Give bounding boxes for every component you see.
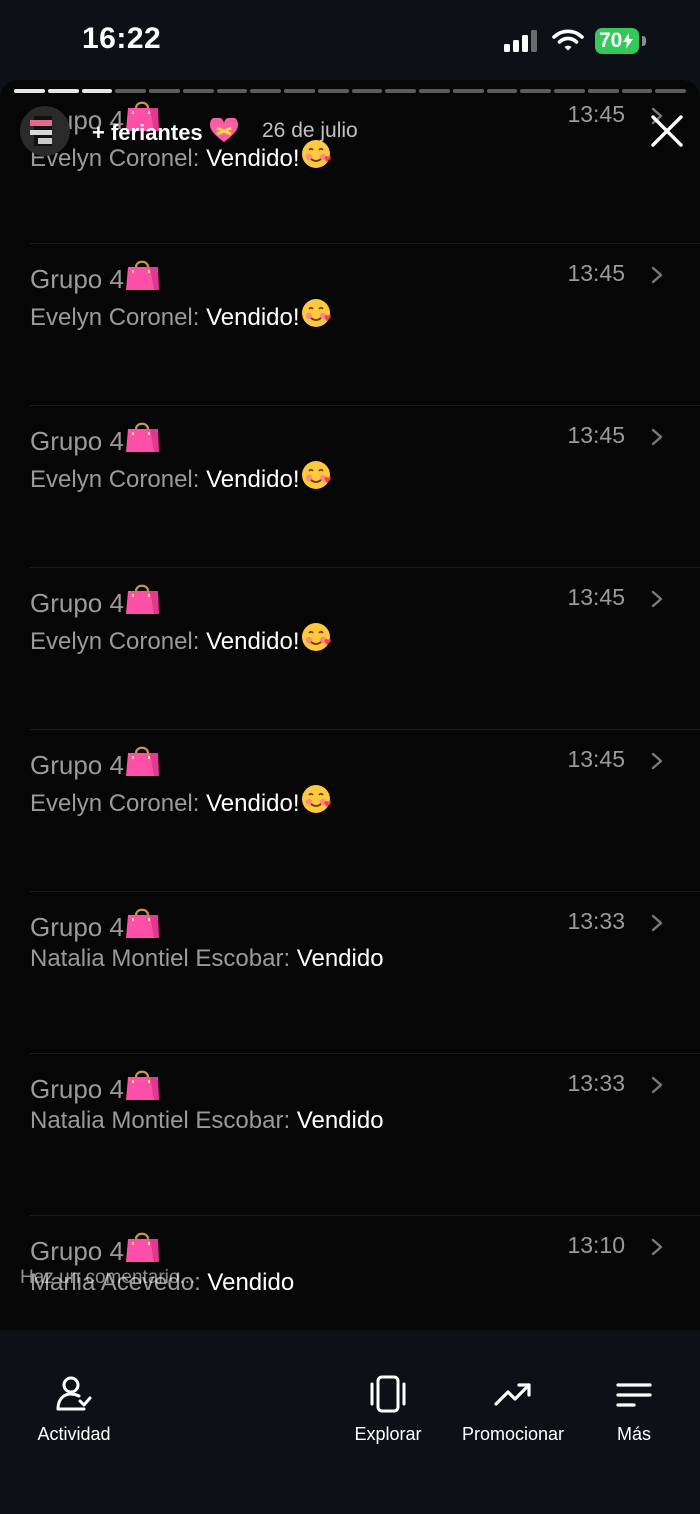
close-icon[interactable]: [650, 114, 684, 148]
chat-row[interactable]: Grupo 4 13:45 Evelyn Coronel: Vendido!: [30, 405, 700, 568]
chevron-right-icon: [651, 1076, 663, 1094]
shopping-bags-icon: [124, 258, 160, 299]
chat-time: 13:33: [567, 908, 625, 934]
more-button[interactable]: Más: [604, 1374, 664, 1445]
chat-row[interactable]: Grupo 4 13:33 Natalia Montiel Escobar: Ven…: [30, 891, 700, 1054]
chat-sender: Natalia Montiel Escobar:: [30, 1107, 297, 1134]
chat-time: 13:33: [567, 1070, 625, 1096]
chevron-right-icon: [651, 590, 663, 608]
battery-level: 70: [599, 29, 623, 52]
chevron-right-icon: [651, 914, 663, 932]
shopping-bags-icon: [124, 420, 160, 461]
battery-tip: [642, 36, 646, 46]
chat-row[interactable]: Grupo 4 13:45 Evelyn Coronel: Vendido!: [30, 243, 700, 406]
story-username[interactable]: + feriantes: [92, 116, 239, 150]
chat-name: Grupo 4: [30, 258, 160, 299]
smiling-face-with-hearts-icon: [300, 783, 332, 822]
chat-sender: Evelyn Coronel:: [30, 628, 207, 655]
heart-with-ribbon-icon: [209, 116, 239, 150]
explore-icon: [370, 1375, 406, 1413]
chat-name: Grupo 4: [30, 1068, 160, 1109]
chat-message: Natalia Montiel Escobar: Vendido: [30, 1107, 384, 1135]
chat-name: Grupo 4: [30, 744, 160, 785]
chat-time: 13:10: [567, 1232, 625, 1258]
chevron-right-icon: [651, 266, 663, 284]
smiling-face-with-hearts-icon: [300, 621, 332, 660]
chat-time: 13:45: [567, 422, 625, 448]
chat-message: Evelyn Coronel: Vendido!: [30, 297, 332, 336]
chat-sender: Evelyn Coronel:: [30, 466, 207, 493]
chat-message: Evelyn Coronel: Vendido!: [30, 621, 332, 660]
shopping-bags-icon: [124, 906, 160, 947]
charging-bolt-icon: [623, 33, 634, 49]
chat-row[interactable]: Grupo 4 13:45 Evelyn Coronel: Vendido!: [30, 567, 700, 730]
chat-sender: Evelyn Coronel:: [30, 790, 207, 817]
chat-text: Vendido!: [206, 790, 300, 817]
chat-text: Vendido: [207, 1269, 295, 1296]
chat-time: 13:45: [567, 260, 625, 286]
comment-input[interactable]: Haz un comentario...: [20, 1267, 195, 1289]
trending-up-icon: [494, 1383, 531, 1406]
chevron-right-icon: [651, 1238, 663, 1256]
status-time: 16:22: [82, 22, 162, 55]
menu-icon: [616, 1383, 652, 1407]
chat-text: Vendido!: [206, 628, 300, 655]
bottom-nav: Actividad Explorar Promocionar Más: [0, 1330, 700, 1514]
activity-icon: [56, 1376, 92, 1411]
chat-name: Grupo 4: [30, 1230, 160, 1271]
chat-time: 13:45: [567, 746, 625, 772]
chat-message: Natalia Montiel Escobar: Vendido: [30, 945, 384, 973]
chat-message: Evelyn Coronel: Vendido!: [30, 459, 332, 498]
shopping-bags-icon: [124, 582, 160, 623]
smiling-face-with-hearts-icon: [300, 459, 332, 498]
chat-row[interactable]: Grupo 4 13:33 Natalia Montiel Escobar: Ven…: [30, 1053, 700, 1216]
chat-text: Vendido!: [206, 466, 300, 493]
story-header: + feriantes 26 de julio: [0, 98, 700, 158]
story-progress-bar: [14, 89, 686, 93]
chat-row[interactable]: Grupo 4 13:45 Evelyn Coronel: Vendido!: [30, 729, 700, 892]
shopping-bags-icon: [124, 744, 160, 785]
shopping-bags-icon: [124, 1230, 160, 1271]
chevron-right-icon: [651, 428, 663, 446]
wifi-icon: [552, 29, 584, 51]
avatar[interactable]: [20, 106, 70, 156]
chat-message: Evelyn Coronel: Vendido!: [30, 783, 332, 822]
cellular-signal-icon: [504, 30, 542, 52]
chat-time: 13:45: [567, 584, 625, 610]
status-bar: 16:22 70: [0, 0, 700, 80]
chat-name: Grupo 4: [30, 906, 160, 947]
activity-button[interactable]: Actividad: [26, 1374, 122, 1445]
battery-indicator: 70: [595, 28, 639, 54]
chat-name: Grupo 4: [30, 420, 160, 461]
chevron-right-icon: [651, 752, 663, 770]
shopping-bags-icon: [124, 1068, 160, 1109]
chat-text: Vendido: [296, 1107, 384, 1134]
chat-text: Vendido: [296, 945, 384, 972]
promote-button[interactable]: Promocionar: [452, 1374, 574, 1445]
story-date: 26 de julio: [262, 119, 358, 142]
smiling-face-with-hearts-icon: [300, 297, 332, 336]
chat-text: Vendido!: [206, 304, 300, 331]
explore-button[interactable]: Explorar: [342, 1374, 434, 1445]
story-viewer[interactable]: + feriantes 26 de julio Grupo 4 13:45 Evel…: [0, 80, 700, 1330]
chat-sender: Natalia Montiel Escobar:: [30, 945, 297, 972]
chat-sender: Evelyn Coronel:: [30, 304, 207, 331]
chat-name: Grupo 4: [30, 582, 160, 623]
